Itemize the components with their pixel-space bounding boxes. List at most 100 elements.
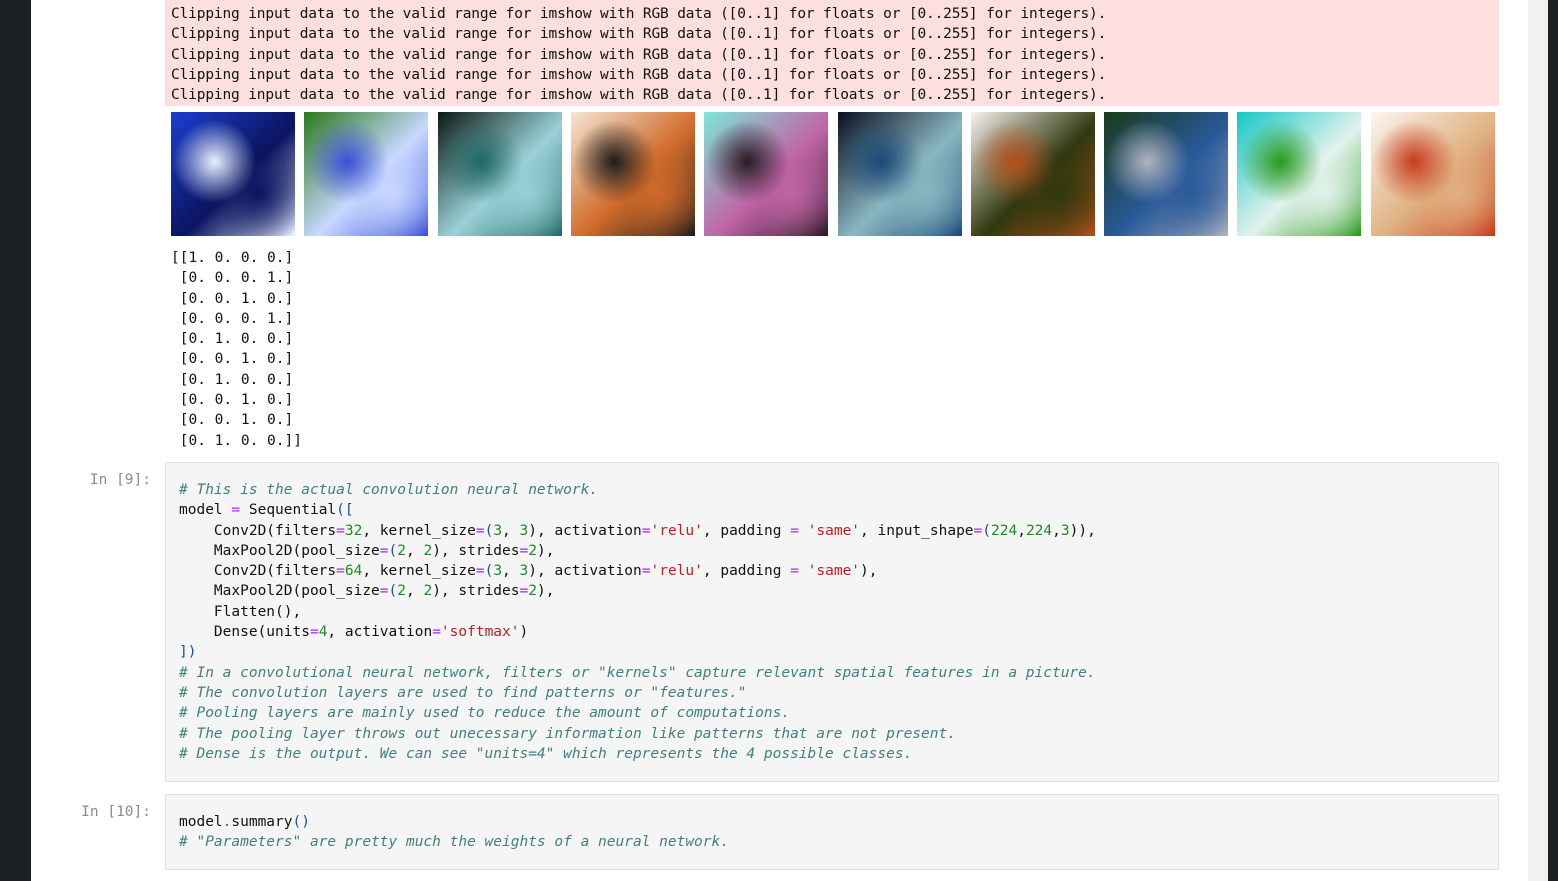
code-token: )), xyxy=(1069,522,1096,539)
code-token: = xyxy=(432,624,441,641)
code-token: = xyxy=(309,624,319,641)
code-token: = xyxy=(519,583,529,600)
code-token: ) xyxy=(519,624,529,641)
code-editor[interactable]: # This is the actual convolution neural … xyxy=(179,480,1096,764)
code-token: ), strides xyxy=(432,583,520,600)
code-token: 2 xyxy=(397,583,406,600)
code-token: , padding xyxy=(702,522,791,539)
code-token: = xyxy=(336,522,345,539)
code-token: = xyxy=(475,522,485,539)
code-comment: # In a convolutional neural network, fil… xyxy=(179,664,1096,681)
code-token: ( xyxy=(982,522,992,539)
code-token: , kernel_size xyxy=(362,522,476,539)
code-token: ([ xyxy=(336,502,354,519)
code-token: 64 xyxy=(344,563,363,580)
code-cell-summary[interactable]: model.summary() # "Parameters" are prett… xyxy=(165,794,1499,870)
code-comment: # The pooling layer throws out unecessar… xyxy=(179,725,956,742)
code-token: = xyxy=(379,542,389,559)
code-token: 2 xyxy=(423,583,433,600)
code-token: ), activation xyxy=(528,522,642,539)
code-token: 'same' xyxy=(807,522,861,539)
image-thumbnail xyxy=(438,112,562,236)
code-token: MaxPool2D(pool_size xyxy=(179,583,380,600)
code-token: ), strides xyxy=(432,542,520,559)
code-token: 224 xyxy=(1025,522,1053,539)
code-token: 3 xyxy=(1060,522,1070,539)
image-thumbnail xyxy=(1237,112,1361,236)
code-token: = xyxy=(973,522,983,539)
code-token: = xyxy=(790,522,799,539)
code-token: = xyxy=(336,563,345,580)
stderr-line: Clipping input data to the valid range f… xyxy=(171,87,1107,103)
code-token: model xyxy=(179,502,223,519)
code-cell-model[interactable]: # This is the actual convolution neural … xyxy=(165,462,1499,782)
code-token: 'same' xyxy=(807,563,861,580)
window-edge xyxy=(1548,0,1558,881)
cell-prompt: In [10]: xyxy=(81,804,151,820)
code-token: 3 xyxy=(519,522,529,539)
code-token: ]) xyxy=(179,644,197,661)
notebook-panel: Clipping input data to the valid range f… xyxy=(31,0,1528,881)
code-token: 224 xyxy=(991,522,1018,539)
code-comment: # "Parameters" are pretty much the weigh… xyxy=(179,834,729,851)
code-token: , xyxy=(1017,522,1026,539)
code-comment: # Pooling layers are mainly used to redu… xyxy=(179,705,791,722)
code-token: = xyxy=(475,563,485,580)
stderr-line: Clipping input data to the valid range f… xyxy=(171,6,1107,22)
code-token: MaxPool2D(pool_size xyxy=(179,542,380,559)
image-thumbnail xyxy=(571,112,695,236)
code-token: 2 xyxy=(528,542,537,559)
stderr-line: Clipping input data to the valid range f… xyxy=(171,26,1107,42)
code-token: 32 xyxy=(344,522,363,539)
code-token: 2 xyxy=(397,542,406,559)
code-token: 'relu' xyxy=(650,522,703,539)
code-token: ), xyxy=(860,563,878,580)
image-thumbnail xyxy=(1371,112,1495,236)
code-token: = xyxy=(231,502,241,519)
code-comment: # This is the actual convolution neural … xyxy=(179,482,599,498)
image-thumbnail xyxy=(171,112,295,236)
stderr-line: Clipping input data to the valid range f… xyxy=(171,67,1107,83)
image-thumbnail xyxy=(704,112,828,236)
image-thumbnail xyxy=(838,112,962,236)
code-token: , xyxy=(502,522,520,539)
stderr-output: Clipping input data to the valid range f… xyxy=(165,0,1499,106)
image-thumbnail xyxy=(1104,112,1228,236)
cell-prompt: In [9]: xyxy=(89,472,151,488)
code-token: 'softmax' xyxy=(440,624,520,641)
labels-array-output: [[1. 0. 0. 0.] [0. 0. 0. 1.] [0. 0. 1. 0… xyxy=(171,250,302,449)
code-token: , padding xyxy=(702,563,791,580)
code-token: summary xyxy=(231,814,293,830)
code-token: 3 xyxy=(493,563,503,580)
code-token: ( xyxy=(388,583,398,600)
code-token: = xyxy=(790,563,799,580)
vertical-scrollbar[interactable] xyxy=(1528,0,1548,881)
code-token: Sequential xyxy=(248,502,337,519)
code-comment: # The convolution layers are used to fin… xyxy=(179,684,747,701)
code-token: 2 xyxy=(423,542,433,559)
code-token: ), xyxy=(536,542,555,559)
code-token: 3 xyxy=(519,563,529,580)
code-token: ( xyxy=(484,522,494,539)
code-token: 3 xyxy=(493,522,503,539)
code-token: = xyxy=(519,542,529,559)
code-token: , xyxy=(406,583,424,600)
code-token: Flatten(), xyxy=(179,603,302,620)
code-token: , xyxy=(1052,522,1061,539)
code-token: 'relu' xyxy=(650,563,703,580)
image-thumbnail xyxy=(971,112,1095,236)
code-token: , kernel_size xyxy=(362,563,476,580)
code-token: ), xyxy=(536,583,555,600)
stderr-line: Clipping input data to the valid range f… xyxy=(171,47,1107,63)
code-token: , xyxy=(406,542,424,559)
code-token: Dense(units xyxy=(179,624,310,641)
code-token: , activation xyxy=(327,624,433,641)
code-token: , xyxy=(502,563,520,580)
code-token: Conv2D(filters xyxy=(179,563,337,580)
image-thumbnail xyxy=(304,112,428,236)
code-editor[interactable]: model.summary() # "Parameters" are prett… xyxy=(179,812,729,853)
code-token: = xyxy=(379,583,389,600)
code-token: ( xyxy=(484,563,494,580)
